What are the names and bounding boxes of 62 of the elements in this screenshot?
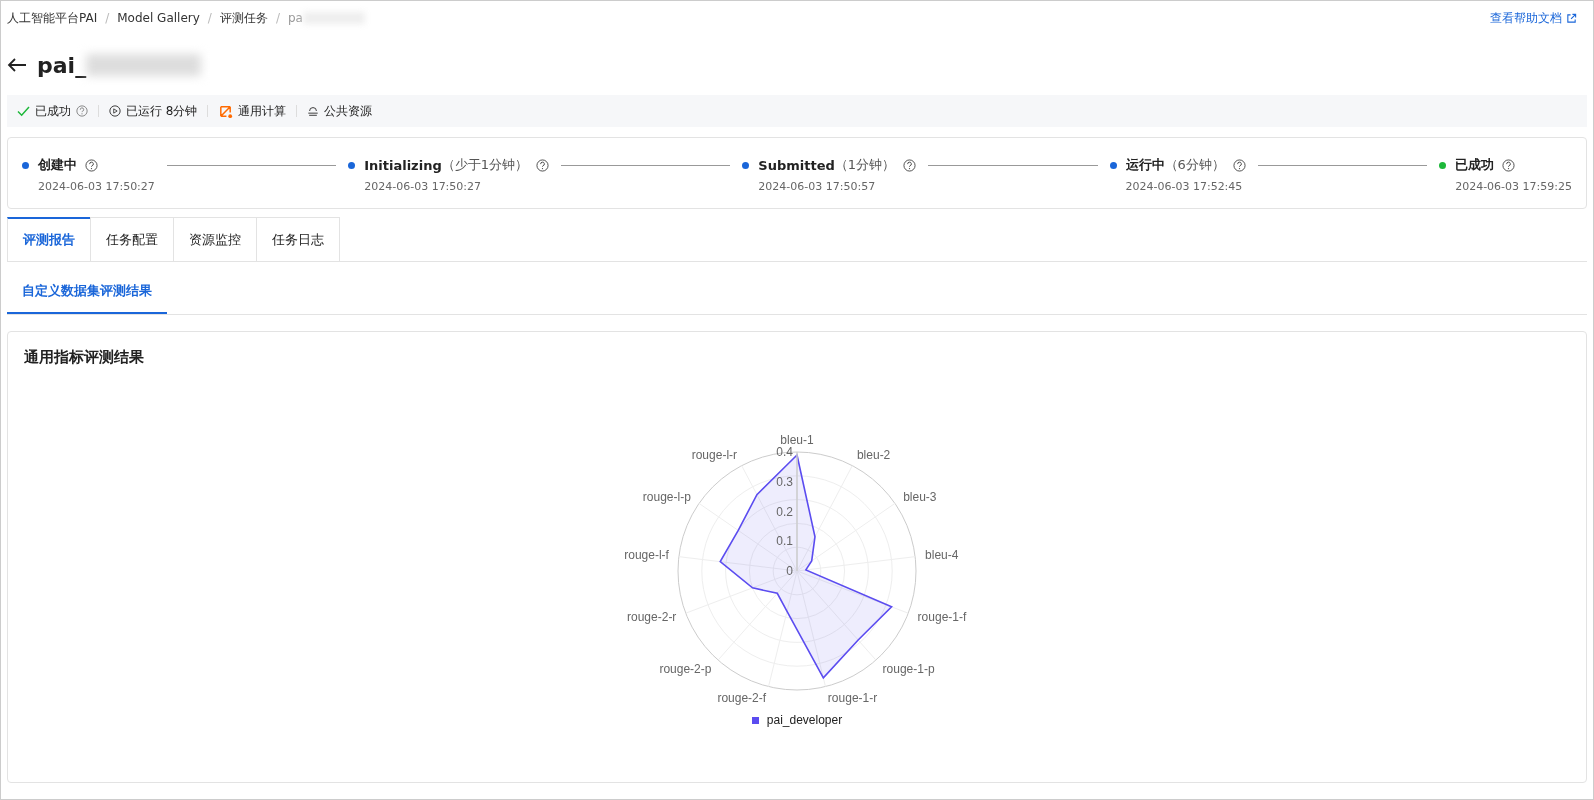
axis-category-label: bleu-4 (925, 548, 959, 563)
step-label: Initializing (364, 157, 442, 173)
step-duration: （6分钟） (1164, 156, 1225, 174)
axis-category-label: rouge-l-p (642, 489, 691, 504)
breadcrumb-separator: / (207, 11, 212, 25)
legend-swatch (751, 716, 759, 724)
external-link-icon (1566, 12, 1577, 24)
breadcrumb-link[interactable]: Model Gallery (117, 11, 200, 25)
step-time: 2024-06-03 17:52:45 (1125, 180, 1244, 193)
compute-type: 通用计算 (238, 102, 287, 120)
sub-tab[interactable]: 自定义数据集评测结果 (7, 270, 167, 314)
play-circle-icon (109, 105, 121, 117)
tab[interactable]: 任务日志 (256, 217, 340, 261)
axis-category-label: rouge-2-f (717, 691, 767, 706)
resource-type: 公共资源 (324, 102, 373, 120)
step-label: 运行中 (1125, 156, 1165, 174)
axis-tick-label: 0.2 (776, 504, 793, 519)
axis-category-label: bleu-1 (780, 433, 814, 447)
page-title: pai_ (37, 52, 87, 78)
help-icon[interactable] (1232, 158, 1246, 172)
help-icon[interactable] (903, 158, 917, 172)
breadcrumb-separator: / (275, 11, 280, 25)
step-time: 2024-06-03 17:59:25 (1455, 180, 1572, 193)
help-docs-link[interactable]: 查看帮助文档 (1490, 9, 1577, 27)
compute-nodes-icon (218, 103, 234, 119)
breadcrumb-link[interactable]: 人工智能平台PAI (7, 9, 98, 27)
axis-category-label: rouge-1-f (917, 610, 967, 625)
step-duration: （1分钟） (834, 156, 896, 174)
help-icon[interactable] (536, 158, 549, 172)
axis-category-label: rouge-2-p (659, 662, 712, 677)
step-label: 已成功 (1455, 156, 1495, 174)
axis-category-label: rouge-1-p (882, 662, 935, 677)
help-icon[interactable] (76, 105, 88, 117)
step-time: 2024-06-03 17:50:27 (38, 180, 155, 193)
legend-label[interactable]: pai_developer (766, 713, 843, 727)
step-label: 创建中 (38, 156, 77, 174)
step-duration: （少于1分钟） (441, 156, 528, 174)
help-icon[interactable] (1502, 158, 1516, 172)
axis-tick-label: 0.1 (776, 534, 793, 549)
axis-category-label: bleu-2 (856, 448, 891, 462)
axis-category-label: rouge-2-r (627, 610, 677, 625)
breadcrumb-current: pa (287, 11, 365, 25)
step-time: 2024-06-03 17:50:27 (364, 180, 483, 193)
breadcrumb-separator: / (105, 11, 110, 25)
tab[interactable]: 评测报告 (7, 217, 91, 261)
run-duration: 已运行 8分钟 (126, 102, 198, 120)
axis-tick-label: 0.3 (776, 474, 793, 489)
axis-category-label: bleu-3 (903, 489, 937, 504)
axis-tick-label: 0.4 (776, 445, 793, 459)
axis-category-label: rouge-l-f (624, 548, 669, 563)
step-label: Submitted (758, 157, 835, 173)
check-icon (17, 105, 30, 117)
axis-category-label: rouge-1-r (827, 691, 878, 706)
status-label: 已成功 (35, 102, 71, 120)
help-icon[interactable] (85, 158, 98, 172)
cloud-stack-icon (307, 105, 320, 117)
back-arrow-icon[interactable] (7, 57, 27, 73)
step-time: 2024-06-03 17:50:57 (758, 180, 877, 193)
axis-category-label: rouge-l-r (691, 448, 738, 462)
card-title: 通用指标评测结果 (24, 348, 145, 367)
breadcrumb-link[interactable]: 评测任务 (219, 9, 268, 27)
axis-tick-label: 0 (786, 564, 793, 578)
